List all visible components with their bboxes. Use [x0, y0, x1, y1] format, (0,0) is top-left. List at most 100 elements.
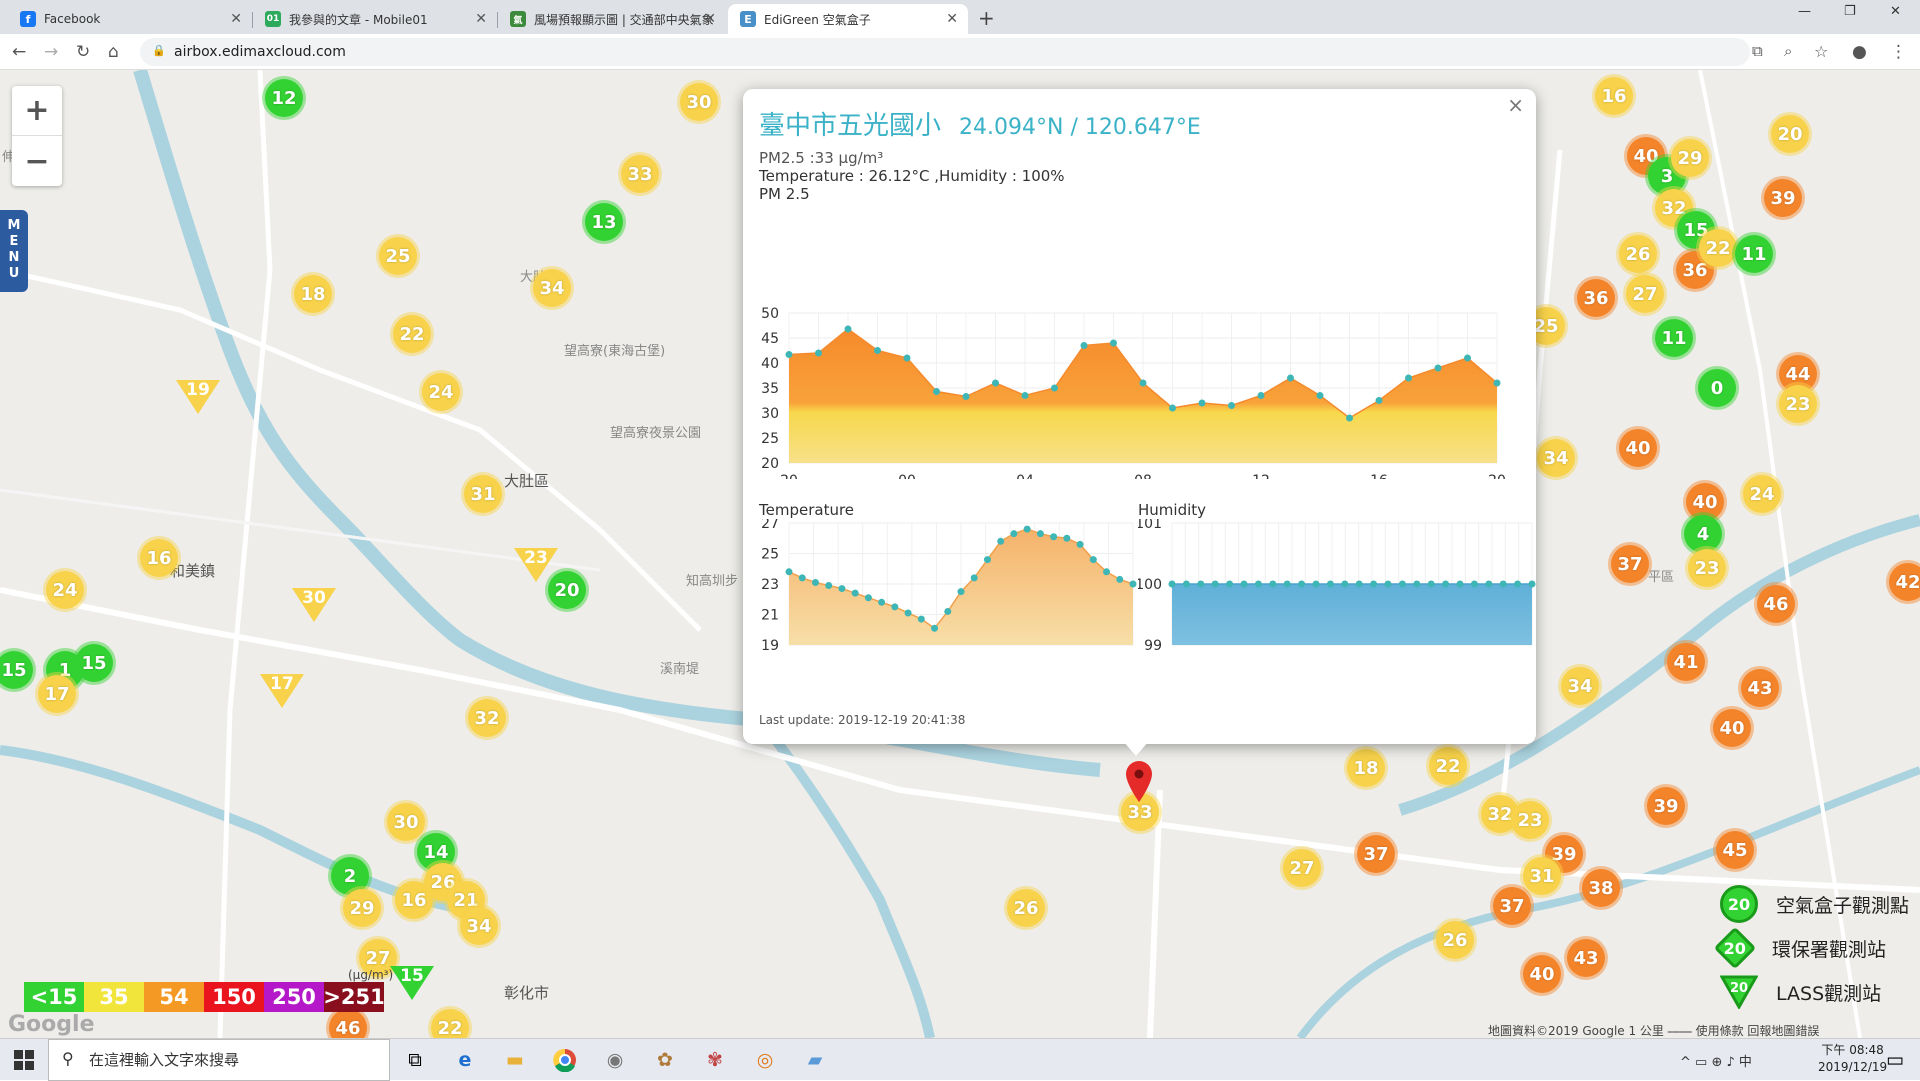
- window-close-icon[interactable]: ✕: [1890, 4, 1901, 19]
- airbox-cluster-marker[interactable]: 45: [1716, 831, 1754, 869]
- airbox-cluster-marker[interactable]: 12: [265, 79, 303, 117]
- airbox-cluster-marker[interactable]: 31: [464, 475, 502, 513]
- back-arrow-icon[interactable]: ←: [12, 42, 26, 62]
- airbox-cluster-marker[interactable]: 43: [1567, 939, 1605, 977]
- app-icon[interactable]: ▰: [800, 1045, 830, 1075]
- lock-icon[interactable]: 🔒: [152, 44, 166, 57]
- airbox-cluster-marker[interactable]: 40: [1713, 709, 1751, 747]
- airbox-cluster-marker[interactable]: 24: [422, 373, 460, 411]
- airbox-cluster-marker[interactable]: 22: [1429, 747, 1467, 785]
- restore-icon[interactable]: ❐: [1844, 4, 1856, 19]
- file-explorer-icon[interactable]: ▬: [500, 1045, 530, 1075]
- tab-edigreen[interactable]: E EdiGreen 空氣盒子 ✕: [728, 4, 968, 34]
- airbox-cluster-marker[interactable]: 22: [393, 315, 431, 353]
- menu-button[interactable]: M E N U: [0, 210, 28, 292]
- blender-icon[interactable]: ◎: [750, 1045, 780, 1075]
- airbox-cluster-marker[interactable]: 32: [468, 699, 506, 737]
- profile-icon[interactable]: ●: [1852, 42, 1867, 62]
- close-icon[interactable]: ✕: [230, 11, 242, 27]
- airbox-cluster-marker[interactable]: 29: [1671, 139, 1709, 177]
- close-icon[interactable]: ✕: [946, 11, 958, 27]
- airbox-cluster-marker[interactable]: 20: [1771, 115, 1809, 153]
- airbox-cluster-marker[interactable]: 27: [1626, 275, 1664, 313]
- task-view-icon[interactable]: ⧉: [400, 1045, 430, 1075]
- close-icon[interactable]: ×: [1507, 93, 1524, 117]
- map-area[interactable]: 伸港鄉 大肚區 彰化市 大肚山 望高寮(東海古堡) 望高寮夜景公園 知高圳步 平…: [0, 70, 1920, 1038]
- app-icon[interactable]: ◉: [600, 1045, 630, 1075]
- airbox-cluster-marker[interactable]: 24: [1743, 475, 1781, 513]
- zoom-out-button[interactable]: −: [12, 136, 62, 186]
- translate-icon[interactable]: ⧉: [1752, 42, 1763, 60]
- airbox-cluster-marker[interactable]: 13: [585, 203, 623, 241]
- airbox-cluster-marker[interactable]: 34: [1537, 439, 1575, 477]
- airbox-cluster-marker[interactable]: 43: [1741, 669, 1779, 707]
- airbox-cluster-marker[interactable]: 36: [1577, 279, 1615, 317]
- airbox-cluster-marker[interactable]: 27: [1283, 849, 1321, 887]
- location-pin-icon[interactable]: [1124, 760, 1154, 804]
- airbox-cluster-marker[interactable]: 38: [1582, 869, 1620, 907]
- airbox-cluster-marker[interactable]: 11: [1655, 319, 1693, 357]
- airbox-cluster-marker[interactable]: 40: [1523, 955, 1561, 993]
- app-icon[interactable]: ✿: [650, 1045, 680, 1075]
- more-menu-icon[interactable]: ⋮: [1890, 42, 1907, 62]
- address-bar[interactable]: airbox.edimaxcloud.com: [140, 38, 1750, 66]
- zoom-in-button[interactable]: +: [12, 86, 62, 136]
- airbox-cluster-marker[interactable]: 4: [1684, 515, 1722, 553]
- airbox-cluster-marker[interactable]: 30: [387, 803, 425, 841]
- airbox-cluster-marker[interactable]: 34: [533, 269, 571, 307]
- airbox-cluster-marker[interactable]: 39: [1764, 179, 1802, 217]
- airbox-cluster-marker[interactable]: 23: [1688, 549, 1726, 587]
- app-icon[interactable]: ✾: [700, 1045, 730, 1075]
- map-attribution[interactable]: 地圖資料©2019 Google 1 公里 ⎯⎯⎯⎯ 使用條款 回報地圖錯誤: [1488, 1022, 1819, 1038]
- airbox-cluster-marker[interactable]: 16: [1595, 77, 1633, 115]
- airbox-cluster-marker[interactable]: 26: [1007, 889, 1045, 927]
- airbox-cluster-marker[interactable]: 34: [1561, 667, 1599, 705]
- airbox-cluster-marker[interactable]: 37: [1493, 887, 1531, 925]
- tab-mobile01[interactable]: 01 我參與的文章 - Mobile01 ✕: [253, 4, 497, 34]
- new-tab-icon[interactable]: +: [978, 6, 995, 30]
- home-icon[interactable]: ⌂: [108, 42, 119, 62]
- reload-icon[interactable]: ↻: [76, 42, 90, 62]
- close-icon[interactable]: ✕: [704, 11, 716, 27]
- taskbar-search-input[interactable]: 在這裡輸入文字來搜尋: [48, 1039, 390, 1081]
- airbox-cluster-marker[interactable]: 33: [621, 155, 659, 193]
- chrome-icon[interactable]: [550, 1045, 580, 1075]
- system-tray[interactable]: ^ ▭ ⊕ ♪ 中: [1680, 1051, 1752, 1070]
- close-icon[interactable]: ✕: [475, 11, 487, 27]
- windows-start-icon[interactable]: [14, 1050, 34, 1070]
- airbox-cluster-marker[interactable]: 0: [1698, 369, 1736, 407]
- airbox-cluster-marker[interactable]: 23: [1779, 385, 1817, 423]
- airbox-cluster-marker[interactable]: 23: [1511, 801, 1549, 839]
- airbox-cluster-marker[interactable]: 22: [1699, 229, 1737, 267]
- airbox-cluster-marker[interactable]: 31: [1523, 857, 1561, 895]
- tab-facebook[interactable]: f Facebook ✕: [8, 4, 252, 34]
- airbox-cluster-marker[interactable]: 30: [680, 83, 718, 121]
- airbox-cluster-marker[interactable]: 26: [1619, 235, 1657, 273]
- airbox-cluster-marker[interactable]: 37: [1357, 835, 1395, 873]
- airbox-cluster-marker[interactable]: 26: [1436, 921, 1474, 959]
- airbox-cluster-marker[interactable]: 42: [1889, 563, 1920, 601]
- airbox-cluster-marker[interactable]: 18: [294, 275, 332, 313]
- airbox-cluster-marker[interactable]: 24: [46, 571, 84, 609]
- minimize-icon[interactable]: —: [1798, 4, 1811, 19]
- notification-icon[interactable]: ▭: [1880, 1045, 1910, 1075]
- airbox-cluster-marker[interactable]: 37: [1611, 545, 1649, 583]
- airbox-cluster-marker[interactable]: 17: [38, 675, 76, 713]
- airbox-cluster-marker[interactable]: 34: [460, 907, 498, 945]
- airbox-cluster-marker[interactable]: 40: [1619, 429, 1657, 467]
- airbox-cluster-marker[interactable]: 41: [1667, 643, 1705, 681]
- edge-icon[interactable]: e: [450, 1045, 480, 1075]
- google-logo[interactable]: Google: [8, 1012, 95, 1037]
- airbox-cluster-marker[interactable]: 46: [1757, 585, 1795, 623]
- clock[interactable]: 下午 08:48 2019/12/19: [1818, 1042, 1887, 1076]
- airbox-cluster-marker[interactable]: 18: [1347, 749, 1385, 787]
- tab-weather[interactable]: 氣 風場預報顯示圖 | 交通部中央氣象 ✕: [498, 4, 726, 34]
- forward-arrow-icon[interactable]: →: [44, 42, 58, 62]
- airbox-cluster-marker[interactable]: 11: [1735, 235, 1773, 273]
- zoom-icon[interactable]: ⌕: [1784, 42, 1792, 60]
- airbox-cluster-marker[interactable]: 16: [140, 539, 178, 577]
- airbox-cluster-marker[interactable]: 29: [343, 889, 381, 927]
- airbox-cluster-marker[interactable]: 39: [1647, 787, 1685, 825]
- airbox-cluster-marker[interactable]: 15: [75, 644, 113, 682]
- airbox-cluster-marker[interactable]: 25: [379, 237, 417, 275]
